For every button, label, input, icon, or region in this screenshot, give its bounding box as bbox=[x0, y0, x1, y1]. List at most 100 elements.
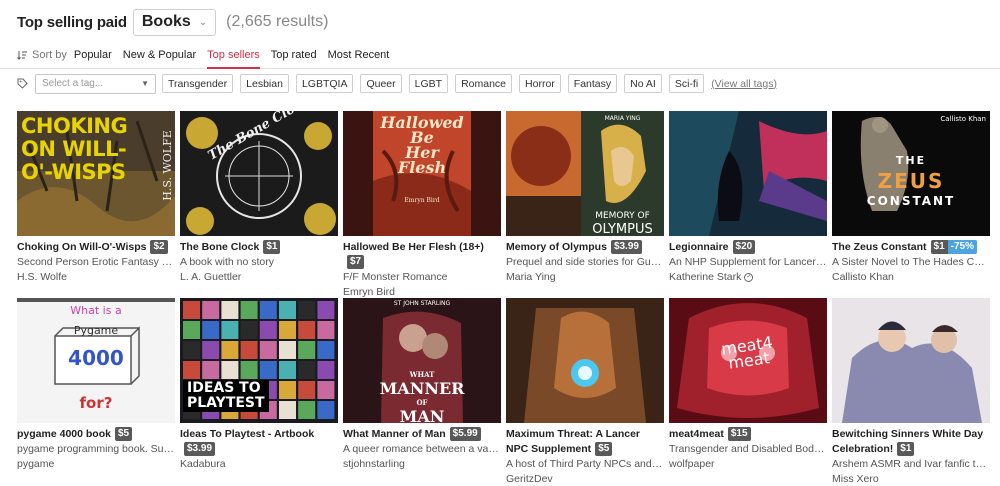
tag-lgbtqia[interactable]: LGBTQIA bbox=[295, 74, 354, 93]
game-title-link[interactable]: The Zeus Constant bbox=[832, 241, 927, 253]
game-author-link[interactable]: wolfpaper bbox=[669, 457, 827, 472]
cover-title-line: What is a bbox=[70, 304, 122, 317]
game-cover[interactable]: ST JOHN STARLING WHAT MANNER OF MAN bbox=[343, 298, 501, 423]
game-cover[interactable]: IDEAS TO PLAYTEST bbox=[180, 298, 338, 423]
sort-most-recent[interactable]: Most Recent bbox=[328, 42, 390, 69]
sort-top-rated[interactable]: Top rated bbox=[271, 42, 317, 69]
cover-art bbox=[669, 111, 827, 236]
game-cover[interactable] bbox=[669, 111, 827, 236]
price-badge: $5.99 bbox=[449, 427, 481, 441]
art-tile bbox=[298, 321, 316, 339]
art-tile bbox=[240, 341, 258, 359]
cover-author: MARIA YING bbox=[604, 115, 641, 122]
cover-author: H.S. WOLFE bbox=[161, 130, 175, 201]
game-card: THE ZEUS CONSTANT Callisto Khan The Zeus… bbox=[832, 111, 990, 285]
chevron-down-icon: ⌄ bbox=[198, 16, 208, 28]
price-badge: $2 bbox=[150, 240, 168, 254]
sort-top-sellers[interactable]: Top sellers bbox=[207, 42, 260, 69]
game-author-link[interactable]: stjohnstarling bbox=[343, 457, 501, 472]
tag-select-dropdown[interactable]: Select a tag... ▼ bbox=[35, 73, 156, 94]
cover-art bbox=[832, 298, 990, 423]
cover-art bbox=[506, 298, 664, 423]
sale-badge: -75% bbox=[947, 240, 977, 254]
caret-down-icon: ▼ bbox=[141, 79, 149, 88]
category-dropdown[interactable]: Books ⌄ bbox=[132, 8, 217, 36]
game-author-link[interactable]: Callisto Khan bbox=[832, 270, 990, 285]
tag-transgender[interactable]: Transgender bbox=[162, 74, 234, 93]
tag-queer[interactable]: Queer bbox=[360, 74, 402, 93]
tag-fantasy[interactable]: Fantasy bbox=[567, 74, 618, 93]
game-cover[interactable]: meat4 meat bbox=[669, 298, 827, 423]
art-tile bbox=[259, 321, 277, 339]
game-title-link[interactable]: Legionnaire bbox=[669, 241, 729, 253]
sort-bar: Sort by Popular New & Popular Top seller… bbox=[0, 42, 1000, 69]
art-tile bbox=[259, 301, 277, 319]
game-cover[interactable]: CHOKING ON WILL- O'-WISPS H.S. WOLFE bbox=[17, 111, 175, 236]
game-cover[interactable] bbox=[506, 298, 664, 423]
price-badge: $1 bbox=[930, 240, 948, 254]
price-badge: $15 bbox=[727, 427, 751, 441]
tag-lesbian[interactable]: Lesbian bbox=[240, 74, 289, 93]
game-card: Maximum Threat: A Lancer NPC Supplement $… bbox=[506, 298, 664, 486]
game-author-link[interactable]: Kadabura bbox=[180, 457, 338, 472]
game-card: meat4 meat meat4meat $15 Transgender and … bbox=[669, 298, 827, 472]
game-author-link[interactable]: GeritzDev bbox=[506, 472, 664, 486]
game-cover[interactable]: Hallowed Be Her Flesh Emryn Bird bbox=[343, 111, 501, 236]
game-cover[interactable] bbox=[832, 298, 990, 423]
game-author-link[interactable]: Maria Ying bbox=[506, 270, 664, 285]
view-all-tags-link[interactable]: (View all tags) bbox=[711, 78, 777, 90]
page-header: Top selling paid Books ⌄ (2,665 results) bbox=[0, 0, 1000, 44]
cover-title-line: Flesh bbox=[397, 158, 447, 177]
game-title-link[interactable]: Choking On Will-O'-Wisps bbox=[17, 241, 146, 253]
game-card: Bewitching Sinners White Day Celebration… bbox=[832, 298, 990, 486]
cover-author: Emryn Bird bbox=[404, 197, 440, 204]
art-tile bbox=[317, 321, 335, 339]
art-tile bbox=[317, 341, 335, 359]
game-description: Second Person Erotic Fantasy Horror bbox=[17, 256, 175, 268]
tag-romance[interactable]: Romance bbox=[455, 74, 513, 93]
art-tile bbox=[298, 301, 316, 319]
cover-title-line: OLYMPUS bbox=[592, 222, 653, 236]
tag-lgbt[interactable]: LGBT bbox=[408, 74, 449, 93]
game-cover[interactable]: What is a Pygame 4000 for? bbox=[17, 298, 175, 423]
game-card: CHOKING ON WILL- O'-WISPS H.S. WOLFE Cho… bbox=[17, 111, 175, 285]
cover-title-line: ZEUS bbox=[877, 169, 945, 193]
sort-popular[interactable]: Popular bbox=[74, 42, 112, 69]
game-title-link[interactable]: Memory of Olympus bbox=[506, 241, 607, 253]
game-cover[interactable]: The Bone Clock bbox=[180, 111, 338, 236]
art-tile bbox=[259, 361, 277, 379]
game-card: Legionnaire $20 An NHP Supplement for Lan… bbox=[669, 111, 827, 285]
game-card: The Bone Clock The Bone Clock $1 A book w… bbox=[180, 111, 338, 285]
art-tile bbox=[317, 381, 335, 399]
game-author-link[interactable]: Katherine Stark bbox=[669, 270, 741, 285]
game-author-link[interactable]: pygame bbox=[17, 457, 175, 472]
price-badge: $5 bbox=[114, 427, 133, 441]
art-tile bbox=[279, 321, 296, 339]
cover-title-line: IDEAS TO bbox=[187, 380, 261, 396]
game-title-link[interactable]: Maximum Threat: A Lancer NPC Supplement bbox=[506, 428, 640, 455]
price-badge: $20 bbox=[732, 240, 756, 254]
game-description: Arshem ASMR and Ivar fanfic to celebrate… bbox=[832, 458, 990, 470]
game-title-link[interactable]: pygame 4000 book bbox=[17, 428, 111, 440]
cover-title-line: MAN bbox=[399, 407, 445, 424]
game-title-link[interactable]: Hallowed Be Her Flesh (18+) bbox=[343, 241, 484, 253]
art-tile bbox=[183, 341, 200, 359]
game-title-link[interactable]: Ideas To Playtest - Artbook bbox=[180, 428, 314, 440]
game-author-link[interactable]: H.S. Wolfe bbox=[17, 270, 175, 285]
game-description: A queer romance between a vampire and a … bbox=[343, 443, 501, 455]
tag-sci-fi[interactable]: Sci-fi bbox=[668, 74, 705, 93]
game-author-link[interactable]: Miss Xero bbox=[832, 472, 990, 486]
game-title-link[interactable]: meat4meat bbox=[669, 428, 724, 440]
tag-horror[interactable]: Horror bbox=[519, 74, 561, 93]
verified-check-icon: ✓ bbox=[744, 273, 754, 282]
cover-title-line: THE bbox=[895, 154, 927, 167]
art-tile bbox=[298, 401, 316, 419]
game-cover[interactable]: MEMORY OF OLYMPUS MARIA YING bbox=[506, 111, 664, 236]
sort-new-popular[interactable]: New & Popular bbox=[123, 42, 196, 69]
game-title-link[interactable]: What Manner of Man bbox=[343, 428, 446, 440]
game-cover[interactable]: THE ZEUS CONSTANT Callisto Khan bbox=[832, 111, 990, 236]
tag-no-ai[interactable]: No AI bbox=[624, 74, 662, 93]
game-description: A book with no story bbox=[180, 256, 274, 268]
game-title-link[interactable]: The Bone Clock bbox=[180, 241, 259, 253]
game-author-link[interactable]: L. A. Guettler bbox=[180, 270, 338, 285]
